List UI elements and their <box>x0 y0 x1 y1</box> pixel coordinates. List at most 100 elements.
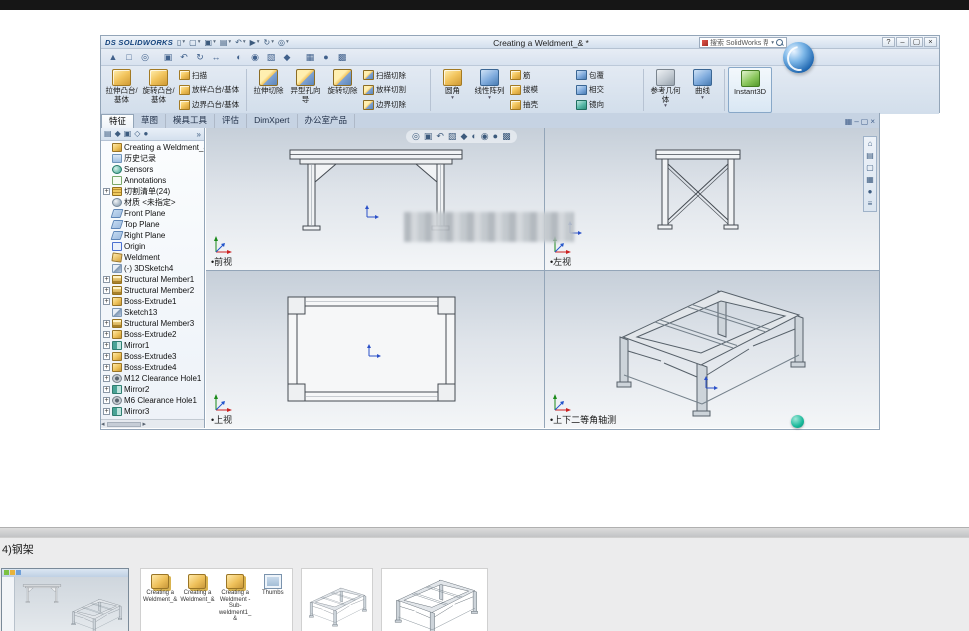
expander-icon[interactable]: + <box>103 397 110 404</box>
close-button[interactable]: × <box>924 37 937 47</box>
viewport-grid-icon[interactable]: ▦ <box>845 117 853 127</box>
close-doc-icon[interactable]: × <box>870 117 875 127</box>
expander-icon[interactable]: + <box>103 386 110 393</box>
scene-icon[interactable]: ▩ <box>334 51 350 64</box>
select-icon[interactable]: ▶ ▾ <box>248 37 262 48</box>
help-button[interactable]: ? <box>882 37 895 47</box>
intersect-button[interactable]: 相交 <box>576 83 638 96</box>
tree-item[interactable]: + Origin <box>103 241 204 252</box>
tree-item[interactable]: + Weldment <box>103 252 204 263</box>
file-item[interactable]: Creating a Weldment_& <box>180 574 215 623</box>
previous-view-icon[interactable]: ↶ <box>436 131 444 142</box>
tree-item[interactable]: + Mirror3 <box>103 406 204 417</box>
caret-icon[interactable]: ▾ <box>771 40 774 46</box>
command-manager-tab[interactable]: 特征 <box>101 114 135 128</box>
rib-button[interactable]: 筋 <box>510 69 572 82</box>
shadows-icon[interactable]: ▦ <box>302 51 318 64</box>
tree-item[interactable]: + Right Plane <box>103 230 204 241</box>
tree-item[interactable]: + 历史记录 <box>103 153 204 164</box>
view-palette-icon[interactable]: ▦ <box>866 175 874 185</box>
expander-icon[interactable]: + <box>103 408 110 415</box>
tree-item[interactable]: + Annotations <box>103 175 204 186</box>
file-item[interactable]: Creating a Weldment_& <box>143 574 177 623</box>
command-manager-tab[interactable]: 办公室产品 <box>298 114 356 128</box>
expander-icon[interactable]: + <box>103 276 110 283</box>
tree-item[interactable]: + Mirror2 <box>103 384 204 395</box>
tree-item[interactable]: + Structural Member1 <box>103 274 204 285</box>
appearance-icon[interactable]: ● <box>318 51 334 64</box>
view-orientation-icon[interactable]: ◆ <box>460 131 467 142</box>
tree-item[interactable]: + M12 Clearance Hole1 <box>103 373 204 384</box>
tree-item[interactable]: + Creating a Weldment_& (De <box>103 142 204 153</box>
boundary-cut-button[interactable]: 边界切除 <box>363 98 425 111</box>
expander-icon[interactable]: + <box>103 342 110 349</box>
minimize-button[interactable]: – <box>896 37 909 47</box>
wrap-button[interactable]: 包覆 <box>576 69 638 82</box>
print-icon[interactable]: ▤ ▾ <box>218 37 233 48</box>
mirror-button[interactable]: 镜向 <box>576 98 638 111</box>
instant3d-button[interactable]: Instant3D <box>728 67 772 113</box>
draft-button[interactable]: 拔模 <box>510 83 572 96</box>
tree-item[interactable]: + M6 Clearance Hole1 <box>103 395 204 406</box>
fillet-button[interactable]: 圆角 ▾ <box>434 67 471 113</box>
command-manager-tab[interactable]: 草图 <box>134 114 167 128</box>
restore-button[interactable]: ▢ <box>910 37 923 47</box>
propertymanager-tab-icon[interactable]: ◆ <box>115 129 121 139</box>
expander-icon[interactable]: + <box>103 375 110 382</box>
file-item[interactable]: Creating a Weldment -Sub-weldment1_& <box>218 574 253 623</box>
tree-item[interactable]: + Front Plane <box>103 208 204 219</box>
scroll-right-icon[interactable]: ▸ <box>143 420 147 428</box>
tree-item[interactable]: + Boss-Extrude4 <box>103 362 204 373</box>
file-thumbnail-model-2[interactable] <box>381 568 488 631</box>
design-library-icon[interactable]: ▤ <box>866 151 874 161</box>
scrollbar-thumb[interactable] <box>106 421 141 427</box>
expander-icon[interactable]: + <box>103 188 110 195</box>
expander-icon[interactable]: + <box>103 298 110 305</box>
file-thumbnail-model-1[interactable] <box>301 568 373 631</box>
zoom-fit-icon[interactable]: ◎ <box>412 131 420 142</box>
restore-doc-icon[interactable]: ▢ <box>861 117 869 127</box>
tree-item[interactable]: + Sensors <box>103 164 204 175</box>
file-item[interactable]: Thumbs <box>256 574 290 623</box>
boundary-boss-button[interactable]: 边界凸台/基体 <box>179 98 241 111</box>
zoom-fit-icon[interactable]: ◎ <box>137 51 153 64</box>
swept-boss-button[interactable]: 扫描 <box>179 69 241 82</box>
section-view-icon[interactable]: ▧ <box>448 131 457 142</box>
lofted-cut-button[interactable]: 放样切割 <box>363 83 425 96</box>
curves-button[interactable]: 曲线 ▾ <box>684 67 721 113</box>
viewport-front[interactable]: •前视 <box>206 128 545 271</box>
section-view-icon[interactable]: ▧ <box>263 51 279 64</box>
command-manager-tab[interactable]: 模具工具 <box>166 114 216 128</box>
file-explorer-icon[interactable]: ▢ <box>866 163 874 173</box>
minimize-doc-icon[interactable]: – <box>854 117 858 127</box>
search-icon[interactable] <box>776 38 784 47</box>
shell-button[interactable]: 抽壳 <box>510 98 572 111</box>
tree-item[interactable]: + Mirror1 <box>103 340 204 351</box>
linear-pattern-button[interactable]: 线性阵列 ▾ <box>471 67 508 113</box>
expand-panel-icon[interactable]: » <box>197 130 201 139</box>
tree-item[interactable]: + Boss-Extrude2 <box>103 329 204 340</box>
solidworks-resources-icon[interactable]: ⌂ <box>868 139 873 149</box>
extruded-boss-base-button[interactable]: 拉伸凸台/基体 <box>103 67 140 113</box>
tree-item[interactable]: + (-) 3DSketch4 <box>103 263 204 274</box>
hide-show-icon[interactable]: ◉ <box>481 131 489 142</box>
tree-item[interactable]: + Boss-Extrude3 <box>103 351 204 362</box>
command-manager-tab[interactable]: DimXpert <box>247 114 298 128</box>
viewport-top[interactable]: •上视 <box>206 271 545 428</box>
tree-item[interactable]: + Structural Member2 <box>103 285 204 296</box>
pan-icon[interactable]: ↔ <box>208 51 224 64</box>
expander-icon[interactable]: + <box>103 353 110 360</box>
revolved-boss-base-button[interactable]: 旋转凸台/基体 <box>140 67 177 113</box>
zoom-area-icon[interactable]: ▣ <box>160 51 176 64</box>
help-bubble-icon[interactable] <box>791 415 804 428</box>
undo-icon[interactable]: ↶ ▾ <box>233 37 247 48</box>
dimxpertmanager-tab-icon[interactable]: ◇ <box>134 129 140 139</box>
tree-item[interactable]: + Structural Member3 <box>103 318 204 329</box>
command-manager-tab[interactable]: 评估 <box>215 114 248 128</box>
revolved-cut-button[interactable]: 旋转切除 <box>324 67 361 113</box>
tree-item[interactable]: + 材质 <未指定> <box>103 197 204 208</box>
display-style-icon[interactable]: ◐ <box>471 131 476 142</box>
rebuild-icon[interactable]: ↻ ▾ <box>262 37 276 48</box>
custom-properties-icon[interactable]: ≡ <box>868 199 873 209</box>
file-thumbnail-screenshot[interactable] <box>1 568 129 631</box>
